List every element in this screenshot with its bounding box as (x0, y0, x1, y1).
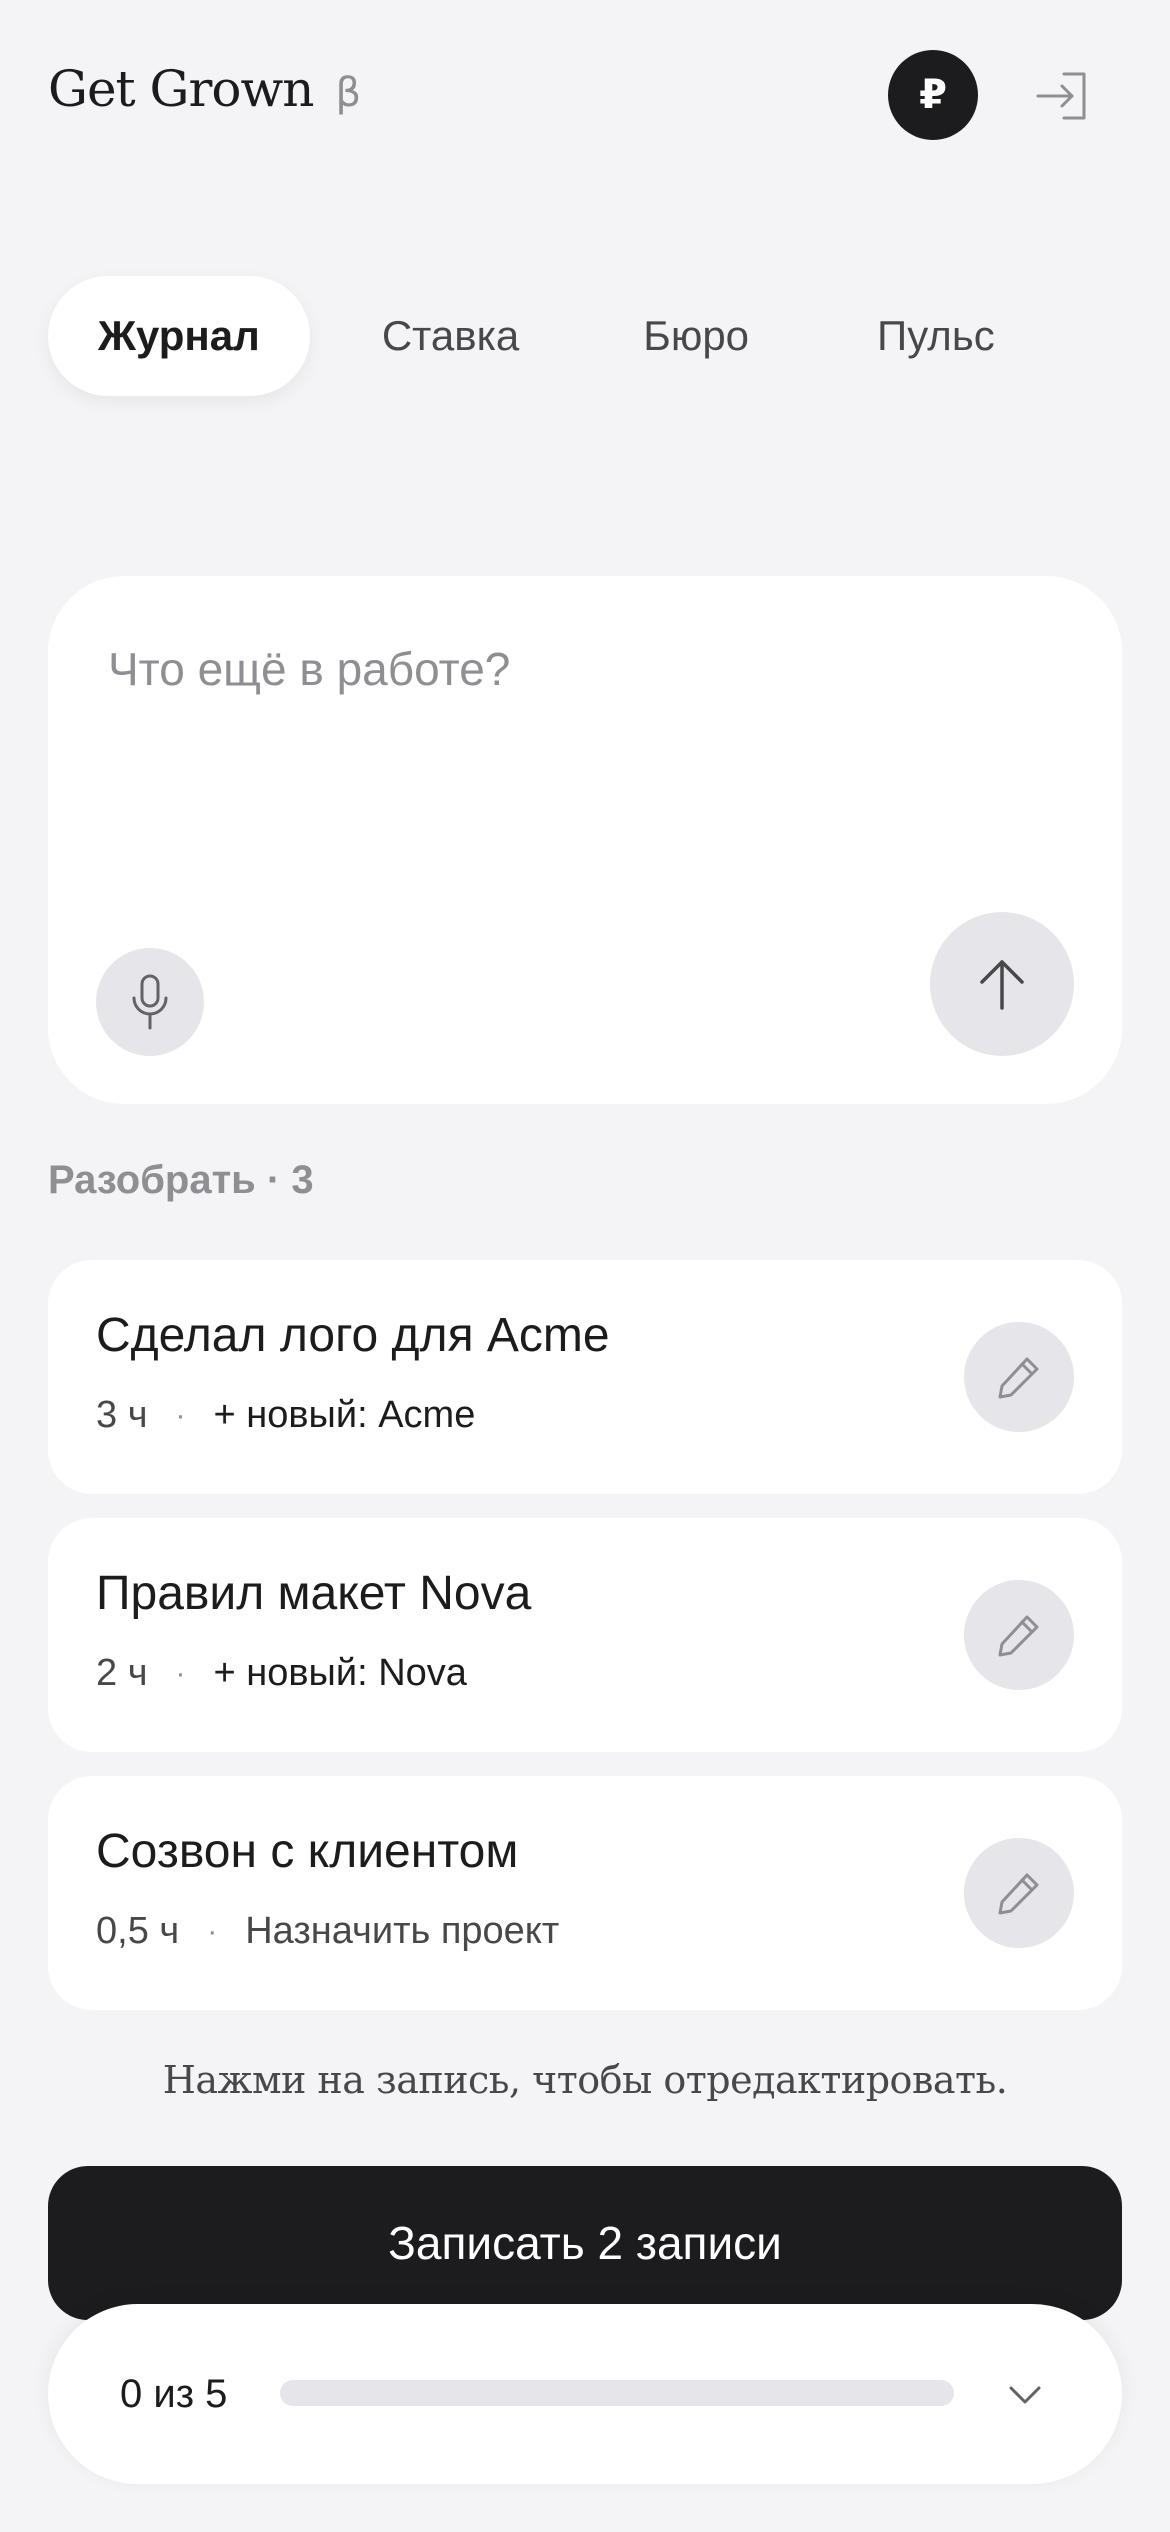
entry-card[interactable]: Правил макет Nova 2 ч · + новый: Nova (48, 1518, 1122, 1752)
tab-rate[interactable]: Ставка (332, 276, 569, 396)
pencil-icon (998, 1357, 1039, 1399)
progress-panel[interactable]: 0 из 5 (48, 2304, 1122, 2484)
login-icon (1036, 72, 1086, 120)
tab-bureau[interactable]: Бюро (593, 276, 799, 396)
pencil-icon (998, 1873, 1039, 1915)
login-button[interactable] (1030, 64, 1094, 128)
send-button[interactable] (930, 912, 1074, 1056)
entry-card[interactable]: Созвон с клиентом 0,5 ч · Назначить прое… (48, 1776, 1122, 2010)
entry-meta: 0,5 ч · Назначить проект (96, 1910, 559, 1953)
work-entry-input[interactable] (108, 642, 1008, 696)
entry-client-tag[interactable]: + новый: Nova (214, 1652, 467, 1695)
currency-button[interactable]: ₽ (888, 50, 978, 140)
expand-progress-button[interactable] (990, 2360, 1060, 2430)
submit-entries-button[interactable]: Записать 2 записи (48, 2166, 1122, 2320)
assign-project-link[interactable]: Назначить проект (245, 1910, 559, 1953)
entry-title: Созвон с клиентом (96, 1825, 519, 1878)
entry-client-tag[interactable]: + новый: Acme (214, 1394, 476, 1437)
submit-label: Записать 2 записи (388, 2217, 782, 2269)
arrow-up-icon (980, 960, 1024, 1010)
entry-hours: 2 ч (96, 1652, 148, 1694)
tab-journal[interactable]: Журнал (48, 276, 310, 396)
app-title: Get Grown β (48, 60, 361, 118)
entry-separator: · (175, 1398, 186, 1432)
entry-hours: 0,5 ч (96, 1910, 180, 1952)
entry-hours: 3 ч (96, 1394, 148, 1436)
app-name: Get Grown (48, 60, 314, 118)
progress-count: 0 из 5 (120, 2372, 228, 2416)
microphone-icon (132, 974, 168, 1030)
chevron-down-icon (1009, 2386, 1041, 2404)
entry-meta: 2 ч · + новый: Nova (96, 1652, 467, 1695)
entry-separator: · (175, 1656, 186, 1690)
entry-separator: · (207, 1914, 218, 1948)
app-screen: Get Grown β ₽ Журнал Ставка Бюро Пульс Ч… (0, 0, 1170, 2532)
entry-title: Правил макет Nova (96, 1567, 532, 1620)
entry-title: Сделал лого для Acme (96, 1309, 610, 1362)
edit-entry-button[interactable] (964, 1838, 1074, 1948)
tab-bar: Журнал Ставка Бюро Пульс (48, 276, 1122, 396)
edit-entry-button[interactable] (964, 1322, 1074, 1432)
entry-meta: 3 ч · + новый: Acme (96, 1394, 475, 1437)
progress-bar (280, 2380, 954, 2406)
ruble-icon: ₽ (919, 72, 947, 118)
tab-pulse[interactable]: Пульс (827, 276, 1045, 396)
beta-badge: β (335, 70, 361, 116)
edit-entry-button[interactable] (964, 1580, 1074, 1690)
entry-card[interactable]: Сделал лого для Acme 3 ч · + новый: Acme (48, 1260, 1122, 1494)
section-header: Разобрать · 3 (48, 1158, 314, 1202)
edit-hint: Нажми на запись, чтобы отредактировать. (162, 2058, 1008, 2102)
voice-input-button[interactable] (96, 948, 204, 1056)
pencil-icon (998, 1615, 1039, 1657)
composer-card (48, 576, 1122, 1104)
